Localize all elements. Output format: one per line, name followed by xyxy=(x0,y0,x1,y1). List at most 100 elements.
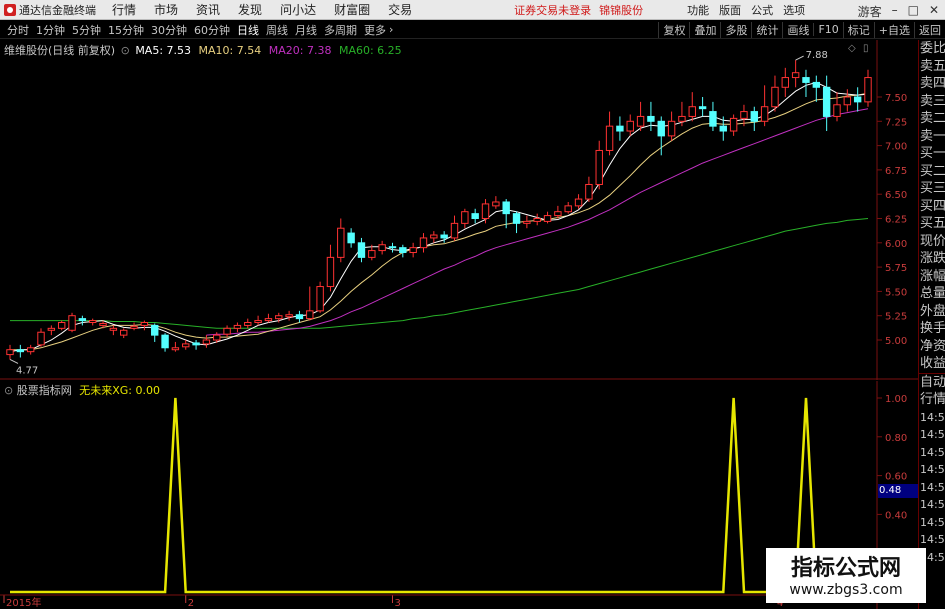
candle-up xyxy=(585,183,593,200)
candle-up xyxy=(626,120,634,132)
period-1min[interactable]: 1分钟 xyxy=(36,22,65,38)
settings-circle-icon[interactable]: ⊙ xyxy=(121,44,130,57)
side-item[interactable]: 卖四 xyxy=(919,75,945,93)
tick-time: 14:56 xyxy=(920,480,945,494)
period-monthly[interactable]: 月线 xyxy=(295,22,317,38)
period-15min[interactable]: 15分钟 xyxy=(108,22,144,38)
side-item[interactable]: 委比 xyxy=(919,40,945,58)
candle-down xyxy=(750,111,758,122)
side-item[interactable]: 卖五 xyxy=(919,58,945,76)
tool-f10[interactable]: F10 xyxy=(813,23,842,36)
candle-up xyxy=(171,347,180,351)
main-legend: 维维股份(日线 前复权) ⊙ MA5: 7.53 MA10: 7.54 MA20… xyxy=(4,42,402,58)
period-5min[interactable]: 5分钟 xyxy=(72,22,101,38)
side-item[interactable]: 买二 xyxy=(919,163,945,181)
side-item[interactable]: 买四 xyxy=(919,198,945,216)
tool-add-watch[interactable]: +自选 xyxy=(873,21,914,38)
chevron-right-icon[interactable]: › xyxy=(389,23,393,36)
tool-back[interactable]: 返回 xyxy=(914,21,945,38)
indicator-panel[interactable]: 1.000.800.600.400.20 2015年234 ⊙ 股票指标网 无未… xyxy=(0,381,918,609)
candle-up xyxy=(254,320,262,324)
side-item[interactable]: 净资 xyxy=(919,338,945,356)
side-item[interactable]: 自动 xyxy=(919,374,945,392)
x-axis-label: 3 xyxy=(394,598,400,609)
menu-function[interactable]: 功能 xyxy=(687,2,709,18)
candle-up xyxy=(182,343,190,348)
axis-tick-label: 6.25 xyxy=(885,215,907,226)
candle-up xyxy=(316,286,324,312)
watermark-url: www.zbgs3.com xyxy=(789,582,903,598)
diamond-icon[interactable]: ◇ xyxy=(848,43,856,54)
menu-ask[interactable]: 问小达 xyxy=(280,1,316,18)
side-item[interactable]: 外盘 xyxy=(919,303,945,321)
candle-up xyxy=(564,205,572,213)
candlestick-chart[interactable]: 7.88 4.77 7.50 7.25 7.00 6.75 6.50 6.25 6.00 5.7… xyxy=(0,40,918,380)
main-chart-panel[interactable]: 7.88 4.77 7.50 7.25 7.00 6.75 6.50 6.25 6.00 5.7… xyxy=(0,40,918,380)
settings-circle-icon[interactable]: ⊙ xyxy=(4,384,13,397)
app-logo-icon xyxy=(4,3,16,16)
stock-name-label[interactable]: 维维股份(日线 前复权) xyxy=(4,44,115,57)
minimize-icon[interactable]: – xyxy=(892,3,898,20)
axis-tick-label: 0.40 xyxy=(885,510,907,521)
tool-restore[interactable]: 复权 xyxy=(658,21,689,38)
close-icon[interactable]: ✕ xyxy=(929,3,939,20)
period-tick[interactable]: 分时 xyxy=(7,22,29,38)
ma20-label: MA20: 7.38 xyxy=(268,44,332,57)
candle-up xyxy=(450,222,459,239)
candle-down xyxy=(512,213,521,224)
candle-up xyxy=(523,220,531,224)
candle-up xyxy=(605,125,614,151)
menu-wealth[interactable]: 财富圈 xyxy=(334,1,370,18)
side-item[interactable]: 卖一 xyxy=(919,128,945,146)
menu-trade[interactable]: 交易 xyxy=(388,1,412,18)
side-item[interactable]: 现价 xyxy=(919,233,945,251)
menu-news[interactable]: 资讯 xyxy=(196,1,220,18)
indicator-name[interactable]: 股票指标网 xyxy=(17,384,72,397)
maximize-icon[interactable]: □ xyxy=(908,3,919,20)
menu-layout[interactable]: 版面 xyxy=(719,2,741,18)
menu-options[interactable]: 选项 xyxy=(783,2,805,18)
side-item[interactable]: 买五 xyxy=(919,215,945,233)
tool-overlay[interactable]: 叠加 xyxy=(689,21,720,38)
candle-up xyxy=(740,111,748,119)
candle-up xyxy=(264,318,273,322)
tool-draw[interactable]: 画线 xyxy=(782,21,813,38)
axis-tick-label: 7.25 xyxy=(885,117,907,128)
candle-up xyxy=(771,86,779,108)
menu-discover[interactable]: 发现 xyxy=(238,1,262,18)
side-item[interactable]: 行情 xyxy=(919,391,945,409)
period-more[interactable]: 更多 xyxy=(364,22,386,38)
period-multi[interactable]: 多周期 xyxy=(324,22,357,38)
side-item[interactable]: 换手 xyxy=(919,320,945,338)
side-item[interactable]: 买三 xyxy=(919,180,945,198)
candle-up xyxy=(223,327,231,335)
side-item[interactable]: 卖二 xyxy=(919,110,945,128)
side-item[interactable]: 涨跌 xyxy=(919,250,945,268)
side-item[interactable]: 涨幅 xyxy=(919,268,945,286)
tool-mark[interactable]: 标记 xyxy=(842,21,874,38)
guest-label[interactable]: 游客 xyxy=(858,3,882,20)
tool-stats[interactable]: 统计 xyxy=(751,21,782,38)
candle-up xyxy=(233,324,242,329)
side-item[interactable]: 收益 xyxy=(919,355,945,374)
menu-quotes[interactable]: 行情 xyxy=(112,1,136,18)
candle-up xyxy=(378,244,386,252)
period-30min[interactable]: 30分钟 xyxy=(151,22,187,38)
tool-multi-stock[interactable]: 多股 xyxy=(720,21,751,38)
panel-toggle-icon[interactable]: ▯ xyxy=(863,43,869,54)
period-daily[interactable]: 日线 xyxy=(237,22,259,38)
candle-up xyxy=(781,77,790,88)
menu-market[interactable]: 市场 xyxy=(154,1,178,18)
candle-down xyxy=(78,318,87,322)
current-value-box: 0.48 xyxy=(878,484,918,498)
period-60min[interactable]: 60分钟 xyxy=(194,22,230,38)
axis-tick-label: 7.50 xyxy=(885,93,907,104)
period-weekly[interactable]: 周线 xyxy=(266,22,288,38)
side-item[interactable]: 卖三 xyxy=(919,93,945,111)
side-item[interactable]: 总量 xyxy=(919,285,945,303)
stock-link[interactable]: 锦锦股份 xyxy=(599,2,643,18)
side-item[interactable]: 买一 xyxy=(919,145,945,163)
menu-formula[interactable]: 公式 xyxy=(751,2,773,18)
trade-login-warning[interactable]: 证券交易未登录 xyxy=(514,2,591,18)
candle-down xyxy=(16,349,25,353)
